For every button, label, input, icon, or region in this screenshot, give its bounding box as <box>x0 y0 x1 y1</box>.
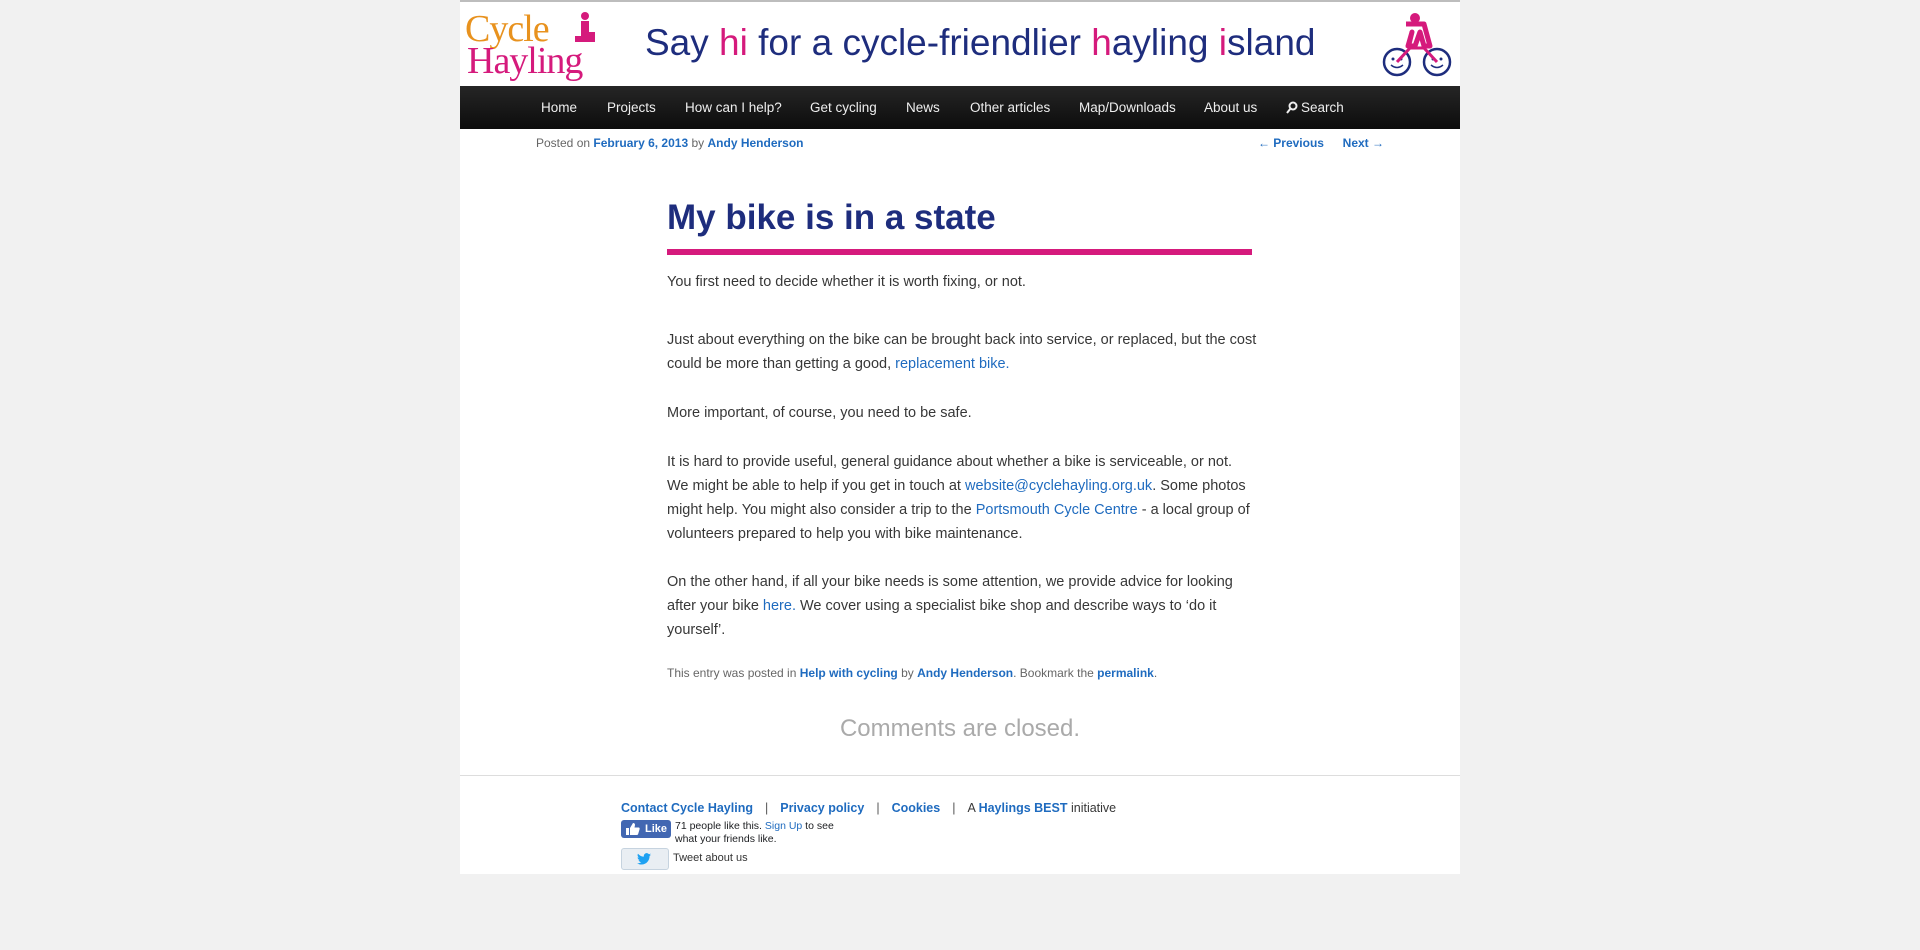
bicycle-mascot-icon <box>1382 13 1452 77</box>
previous-post-link[interactable]: ← Previous <box>1258 136 1324 150</box>
logo-cyclist-icon <box>575 12 595 42</box>
entry-meta-text: . Bookmark the <box>1013 666 1098 680</box>
nav-item-home[interactable]: Home <box>541 86 577 129</box>
like-label: Like <box>645 823 668 835</box>
bike-care-link[interactable]: here. <box>763 598 796 614</box>
nav-item-map-downloads[interactable]: Map/Downloads <box>1079 86 1176 129</box>
thumbs-up-icon <box>626 823 640 835</box>
by-label: by <box>691 136 705 150</box>
tagline-part: sland <box>1227 22 1316 63</box>
article-paragraph: You first need to decide whether it is w… <box>667 270 1257 294</box>
nav-item-get-cycling[interactable]: Get cycling <box>810 86 877 129</box>
main-navigation: Home Projects How can I help? Get cyclin… <box>460 86 1460 129</box>
tagline-highlight: hi <box>719 22 748 63</box>
paragraph-text: More important, of course, you need to b… <box>667 405 972 421</box>
tagline-part: ayling <box>1111 22 1219 63</box>
tagline-highlight: i <box>1218 22 1228 63</box>
initiative-suffix: initiative <box>1067 801 1117 815</box>
nav-search[interactable]: Search <box>1286 86 1344 129</box>
privacy-policy-link[interactable]: Privacy policy <box>780 801 864 815</box>
comments-closed-notice: Comments are closed. <box>839 715 1081 742</box>
entry-meta-text: . <box>1153 666 1158 680</box>
tweet-button[interactable] <box>621 848 669 870</box>
search-icon <box>1286 101 1298 114</box>
haylings-best-link[interactable]: Haylings BEST <box>979 801 1068 815</box>
article-paragraph: More important, of course, you need to b… <box>667 401 1257 425</box>
article-paragraph: It is hard to provide useful, general gu… <box>667 450 1257 546</box>
article-paragraph: On the other hand, if all your bike need… <box>667 570 1257 642</box>
article-title: My bike is in a state <box>667 198 996 237</box>
page: Cycle Hayling Say hi for a cycle-friendl… <box>460 0 1460 874</box>
facebook-like-button[interactable]: Like <box>621 820 671 838</box>
footer-separator: | <box>952 801 956 815</box>
like-count-text: 71 people like this. <box>675 820 765 832</box>
portsmouth-cycle-centre-link[interactable]: Portsmouth Cycle Centre <box>976 502 1138 518</box>
initiative-prefix: A <box>967 801 979 815</box>
contact-link[interactable]: Contact Cycle Hayling <box>621 801 753 815</box>
nav-item-how-can-i-help[interactable]: How can I help? <box>685 86 782 129</box>
category-link[interactable]: Help with cycling <box>800 666 898 680</box>
post-navigation: ← Previous Next → <box>1258 136 1384 150</box>
nav-item-news[interactable]: News <box>906 86 940 129</box>
twitter-bird-icon <box>637 853 651 865</box>
paragraph-text: You first need to decide whether it is w… <box>667 274 1026 290</box>
cookies-link[interactable]: Cookies <box>892 801 941 815</box>
tagline-part: Say <box>645 22 720 63</box>
title-underline <box>667 249 1252 255</box>
post-author-link[interactable]: Andy Henderson <box>708 136 804 150</box>
entry-meta-text: This entry was posted in <box>667 666 800 680</box>
nav-item-other-articles[interactable]: Other articles <box>970 86 1050 129</box>
footer-links: Contact Cycle Hayling | Privacy policy | Coo… <box>621 801 1116 815</box>
entry-meta: This entry was posted in Help with cycli… <box>667 666 1157 680</box>
tweet-label: Tweet about us <box>673 852 748 864</box>
posted-on-label: Posted on <box>536 136 591 150</box>
post-meta: Posted on February 6, 2013 by Andy Hende… <box>536 136 804 150</box>
email-link[interactable]: website@cyclehayling.org.uk <box>965 478 1152 494</box>
logo-word-hayling: Hayling <box>467 40 583 82</box>
search-label: Search <box>1301 100 1344 115</box>
replacement-bike-link[interactable]: replacement bike. <box>895 356 1009 372</box>
footer-separator: | <box>764 801 769 815</box>
footer-divider <box>460 775 1460 776</box>
tagline-highlight: h <box>1091 22 1112 63</box>
nav-item-about-us[interactable]: About us <box>1204 86 1257 129</box>
nav-item-projects[interactable]: Projects <box>607 86 656 129</box>
site-tagline: Say hi for a cycle-friendlier hayling is… <box>645 20 1315 66</box>
facebook-signup-link[interactable]: Sign Up <box>765 820 802 832</box>
top-border <box>460 0 1460 2</box>
facebook-like-count: 71 people like this. Sign Up to see what… <box>675 820 850 846</box>
tagline-part: for a cycle-friendlier <box>747 22 1092 63</box>
site-logo[interactable]: Cycle Hayling <box>465 10 605 82</box>
permalink-link[interactable]: permalink <box>1097 666 1154 680</box>
next-post-link[interactable]: Next → <box>1343 136 1384 150</box>
post-date-link[interactable]: February 6, 2013 <box>593 136 688 150</box>
article-paragraph: Just about everything on the bike can be… <box>667 328 1257 376</box>
entry-author-link[interactable]: Andy Henderson <box>917 666 1013 680</box>
footer-separator: | <box>876 801 880 815</box>
entry-meta-text: by <box>897 666 918 680</box>
